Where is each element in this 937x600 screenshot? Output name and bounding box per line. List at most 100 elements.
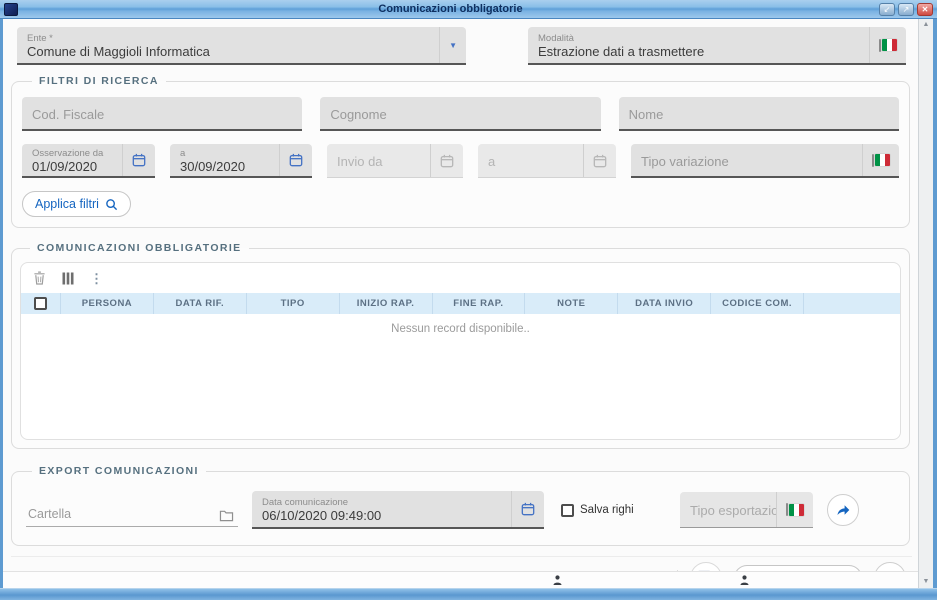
applica-filtri-label: Applica filtri	[35, 197, 99, 211]
nome-input[interactable]: Nome	[619, 97, 899, 131]
calendar-icon	[440, 154, 454, 168]
ente-dropdown-button[interactable]: ▼	[439, 27, 466, 63]
osservazione-da-label: Osservazione da	[32, 148, 112, 159]
data-comunicazione-value: 06/10/2020 09:49:00	[262, 508, 501, 523]
delete-rows-button[interactable]	[33, 271, 46, 285]
tipo-variazione-flag-button[interactable]	[862, 144, 899, 176]
vertical-scrollbar[interactable]: ▲ ▼	[918, 19, 933, 588]
chevron-down-icon: ▼	[449, 41, 457, 50]
columns-button[interactable]	[62, 272, 74, 285]
share-arrow-icon	[835, 502, 851, 518]
cartella-input[interactable]: Cartella	[26, 493, 238, 527]
calendar-icon	[289, 153, 303, 167]
calendar-icon	[521, 502, 535, 516]
data-comunicazione-datepicker[interactable]: Data comunicazione 06/10/2020 09:49:00	[252, 491, 544, 529]
ente-label: Ente *	[27, 33, 429, 44]
status-bar	[3, 571, 918, 588]
maximize-icon: ↗	[903, 5, 910, 14]
osservazione-da-datepicker[interactable]: Osservazione da 01/09/2020	[22, 144, 155, 178]
modalita-flag-button[interactable]	[869, 27, 906, 63]
invio-da-datepicker: Invio da	[327, 144, 463, 178]
calendar-icon	[132, 153, 146, 167]
cartella-placeholder: Cartella	[28, 507, 71, 522]
osservazione-a-value: 30/09/2020	[180, 159, 269, 174]
column-header-data-rif[interactable]: DATA RIF.	[154, 293, 247, 314]
salva-righi-toggle[interactable]: Salva righi	[561, 504, 634, 517]
save-button[interactable]	[690, 562, 722, 572]
maximize-button[interactable]: ↗	[898, 3, 914, 16]
nome-placeholder: Nome	[629, 107, 889, 122]
footer-action-bar: ⋮ Sistemi Esterni	[11, 556, 912, 571]
invio-a-calendar-button	[583, 144, 616, 177]
column-header-actions	[804, 293, 900, 314]
filters-section: FILTRI DI RICERCA Cod. Fiscale Cognome N…	[11, 75, 910, 228]
comunicazioni-section: COMUNICAZIONI OBBLIGATORIE ⋮	[11, 242, 910, 449]
window-controls: ↙ ↗ ✕	[879, 3, 933, 16]
export-legend: EXPORT COMUNICAZIONI	[32, 465, 206, 477]
export-section: EXPORT COMUNICAZIONI Cartella Data comun…	[11, 465, 910, 546]
column-header-inizio-rap[interactable]: INIZIO RAP.	[340, 293, 433, 314]
scroll-up-icon[interactable]: ▲	[923, 21, 930, 29]
tipo-variazione-select[interactable]: Tipo variazione	[631, 144, 899, 178]
search-icon	[105, 198, 118, 211]
comunicazioni-legend: COMUNICAZIONI OBBLIGATORIE	[30, 242, 249, 254]
ente-select[interactable]: Ente * Comune di Maggioli Informatica ▼	[17, 27, 466, 65]
data-comunicazione-label: Data comunicazione	[262, 497, 501, 508]
tipo-variazione-placeholder: Tipo variazione	[641, 154, 852, 169]
edit-button[interactable]	[874, 562, 906, 572]
close-button[interactable]: ✕	[917, 3, 933, 16]
cognome-placeholder: Cognome	[330, 107, 590, 122]
osservazione-da-calendar-button[interactable]	[122, 144, 155, 176]
export-run-button[interactable]	[827, 494, 859, 526]
grid-toolbar: ⋮	[21, 263, 900, 293]
user-status-icon	[553, 575, 562, 585]
comunicazioni-grid: ⋮ PERSONA DATA RIF. TIPO INIZIO RAP. FIN…	[20, 262, 901, 440]
tipo-esportazione-select[interactable]: Tipo esportazione	[680, 492, 813, 528]
column-header-data-invio[interactable]: DATA INVIO	[618, 293, 711, 314]
trash-icon	[33, 271, 46, 285]
tipo-esportazione-flag-button[interactable]	[776, 492, 813, 527]
grid-more-button[interactable]: ⋮	[90, 272, 103, 285]
salva-righi-label: Salva righi	[580, 504, 634, 516]
data-comunicazione-calendar-button[interactable]	[511, 491, 544, 527]
column-header-tipo[interactable]: TIPO	[247, 293, 340, 314]
salva-righi-checkbox[interactable]	[561, 504, 574, 517]
window-bottom-border	[0, 588, 937, 600]
cod-fiscale-placeholder: Cod. Fiscale	[32, 107, 292, 122]
tipo-esportazione-placeholder: Tipo esportazione	[690, 503, 766, 518]
column-header-persona[interactable]: PERSONA	[61, 293, 154, 314]
invio-a-placeholder: a	[488, 154, 573, 169]
italy-flag-icon	[786, 503, 804, 516]
osservazione-a-datepicker[interactable]: a 30/09/2020	[170, 144, 312, 178]
select-all-cell	[21, 293, 61, 314]
cognome-input[interactable]: Cognome	[320, 97, 600, 131]
italy-flag-icon	[879, 39, 897, 52]
invio-a-datepicker: a	[478, 144, 616, 178]
column-header-note[interactable]: NOTE	[525, 293, 618, 314]
osservazione-da-value: 01/09/2020	[32, 159, 112, 174]
restore-button[interactable]: ↙	[879, 3, 895, 16]
column-header-fine-rap[interactable]: FINE RAP.	[433, 293, 526, 314]
grid-empty-message: Nessun record disponibile..	[21, 314, 900, 439]
modalita-value: Estrazione dati a trasmettere	[538, 44, 859, 59]
app-icon	[4, 3, 18, 16]
modalita-label: Modalità	[538, 33, 859, 44]
close-icon: ✕	[922, 5, 929, 14]
form-content: Ente * Comune di Maggioli Informatica ▼ …	[3, 19, 918, 571]
cod-fiscale-input[interactable]: Cod. Fiscale	[22, 97, 302, 131]
osservazione-a-calendar-button[interactable]	[279, 144, 312, 176]
invio-da-calendar-button	[430, 144, 463, 177]
columns-icon	[62, 272, 74, 285]
filters-legend: FILTRI DI RICERCA	[32, 75, 166, 87]
user-status-icon	[740, 575, 749, 585]
modalita-select[interactable]: Modalità Estrazione dati a trasmettere	[528, 27, 906, 65]
titlebar: Comunicazioni obbligatorie ↙ ↗ ✕	[0, 0, 937, 19]
restore-icon: ↙	[884, 5, 891, 14]
column-header-codice-com[interactable]: CODICE COM.	[711, 293, 804, 314]
scroll-down-icon[interactable]: ▼	[923, 578, 930, 586]
grid-header-row: PERSONA DATA RIF. TIPO INIZIO RAP. FINE …	[21, 293, 900, 314]
window-title: Comunicazioni obbligatorie	[22, 3, 879, 15]
folder-icon[interactable]	[219, 509, 234, 522]
select-all-checkbox[interactable]	[34, 297, 47, 310]
applica-filtri-button[interactable]: Applica filtri	[22, 191, 131, 217]
